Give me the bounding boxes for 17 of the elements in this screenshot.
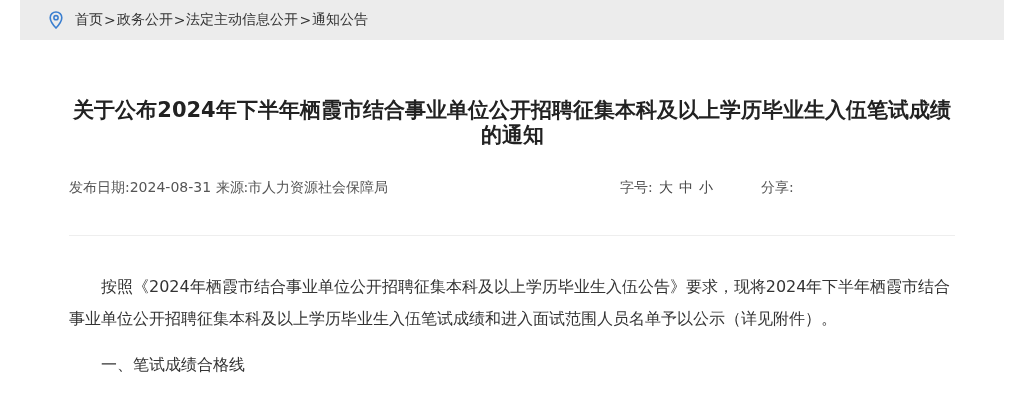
article-paragraph: 一、笔试成绩合格线 bbox=[100, 354, 246, 376]
breadcrumb-separator: > bbox=[104, 12, 116, 28]
breadcrumb-link[interactable]: 通知公告 bbox=[312, 11, 369, 29]
share-label: 分享: bbox=[761, 179, 794, 197]
font-size-option[interactable]: 中 bbox=[678, 179, 693, 197]
article-paragraph: 按照《2024年栖霞市结合事业单位公开招聘征集本科及以上学历毕业生入伍公告》要求，现将2024年下半年栖霞市结合事业单位公开招聘征集本科及以上学历毕业生入伍笔试成绩和进入面试范围人员名单予以公示（详见附件）。 bbox=[69, 276, 952, 330]
breadcrumb-link[interactable]: 法定主动信息公开 bbox=[186, 11, 299, 29]
font-size-label: 字号: bbox=[620, 179, 653, 197]
breadcrumb-link[interactable]: 首页 bbox=[75, 11, 103, 29]
breadcrumb-separator: > bbox=[299, 12, 312, 28]
breadcrumb-separator: > bbox=[173, 12, 186, 28]
location-pin-icon bbox=[49, 11, 63, 29]
publish-info: 发布日期:2024-08-31 来源:市人力资源社会保障局 bbox=[69, 179, 390, 197]
font-size-option[interactable]: 小 bbox=[698, 179, 713, 197]
font-size-option[interactable]: 大 bbox=[658, 179, 673, 197]
breadcrumb-link[interactable]: 政务公开 bbox=[116, 11, 173, 29]
article-title: 关于公布2024年下半年栖霞市结合事业单位公开招聘征集本科及以上学历毕业生入伍笔试成绩的通知 bbox=[72, 98, 952, 148]
